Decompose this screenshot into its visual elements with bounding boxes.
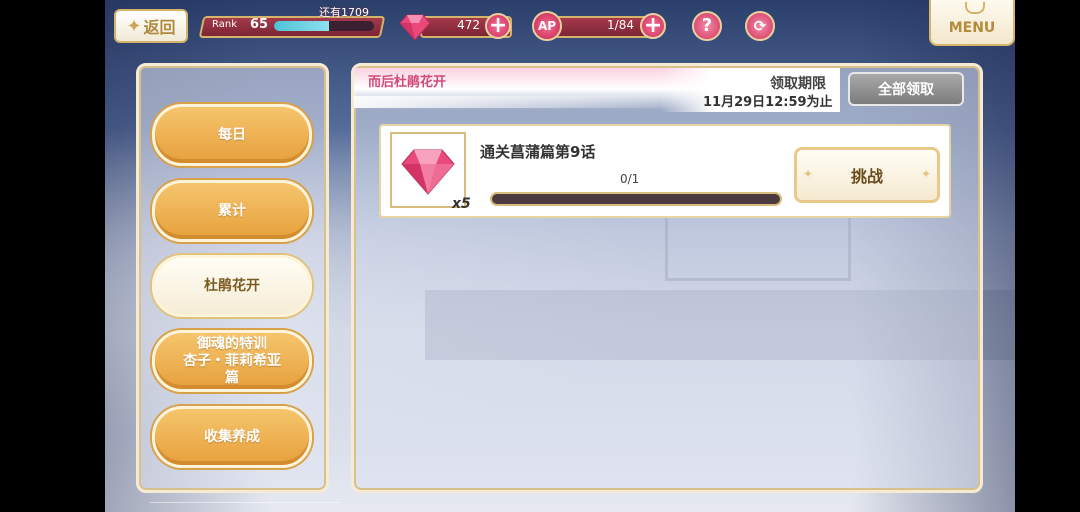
back-label: 返回 bbox=[143, 18, 176, 37]
mission-title: 通关菖蒲篇第9话 bbox=[480, 143, 596, 161]
mission-progress-bar bbox=[490, 192, 782, 206]
rank-exp-fill bbox=[274, 21, 329, 31]
rank-label: Rank bbox=[212, 19, 237, 30]
ap-icon: AP bbox=[532, 11, 562, 41]
header-decoration bbox=[354, 96, 674, 108]
mission-progress-text: 0/1 bbox=[620, 172, 640, 186]
claim-all-label: 全部领取 bbox=[878, 82, 934, 98]
gem-icon bbox=[401, 149, 455, 195]
back-button[interactable]: ✦ 返回 bbox=[114, 9, 188, 43]
tab-label: 御魂的特训 杏子・菲莉希亚 篇 bbox=[183, 335, 281, 386]
sparkle-icon: ✦ bbox=[126, 15, 142, 37]
challenge-label: 挑战 bbox=[850, 167, 883, 186]
help-button[interactable]: ? bbox=[692, 11, 722, 41]
rank-remaining: 还有1709 bbox=[319, 6, 369, 19]
refresh-button[interactable]: ⟳ bbox=[745, 11, 775, 41]
gem-icon bbox=[399, 14, 431, 41]
menu-label: MENU bbox=[948, 20, 996, 36]
rank-exp-bar bbox=[274, 21, 374, 31]
plus-icon: + bbox=[643, 13, 663, 38]
menu-button[interactable]: MENU bbox=[929, 0, 1015, 46]
deadline-date: 11月29日12:59为止 bbox=[703, 95, 833, 110]
tab-label: 每日 bbox=[218, 126, 246, 143]
challenge-button[interactable]: 挑战 bbox=[794, 147, 940, 203]
ap-value: 1/84 bbox=[607, 18, 634, 32]
tab-azalea[interactable]: 杜鹃花开 bbox=[152, 255, 312, 317]
tab-daily[interactable]: 每日 bbox=[152, 104, 312, 166]
help-icon: ? bbox=[701, 15, 713, 36]
tab-special-training[interactable]: 御魂的特训 杏子・菲莉希亚 篇 bbox=[152, 330, 312, 392]
tab-cumulative[interactable]: 累计 bbox=[152, 180, 312, 242]
claim-all-button[interactable]: 全部领取 bbox=[848, 72, 964, 106]
gem-value: 472 bbox=[457, 18, 480, 32]
tab-label: 收集养成 bbox=[204, 428, 260, 445]
rank-value: 65 bbox=[250, 17, 269, 32]
tab-label: 杜鹃花开 bbox=[204, 277, 260, 294]
section-title: 而后杜鹃花开 bbox=[368, 75, 447, 90]
refresh-icon: ⟳ bbox=[753, 17, 767, 35]
reward-count: x5 bbox=[452, 196, 471, 212]
divider bbox=[150, 502, 340, 503]
tab-label: 累计 bbox=[218, 202, 246, 219]
tab-collection[interactable]: 收集养成 bbox=[152, 406, 312, 468]
deadline-label: 领取期限 bbox=[770, 76, 826, 92]
plus-icon: + bbox=[488, 13, 508, 38]
